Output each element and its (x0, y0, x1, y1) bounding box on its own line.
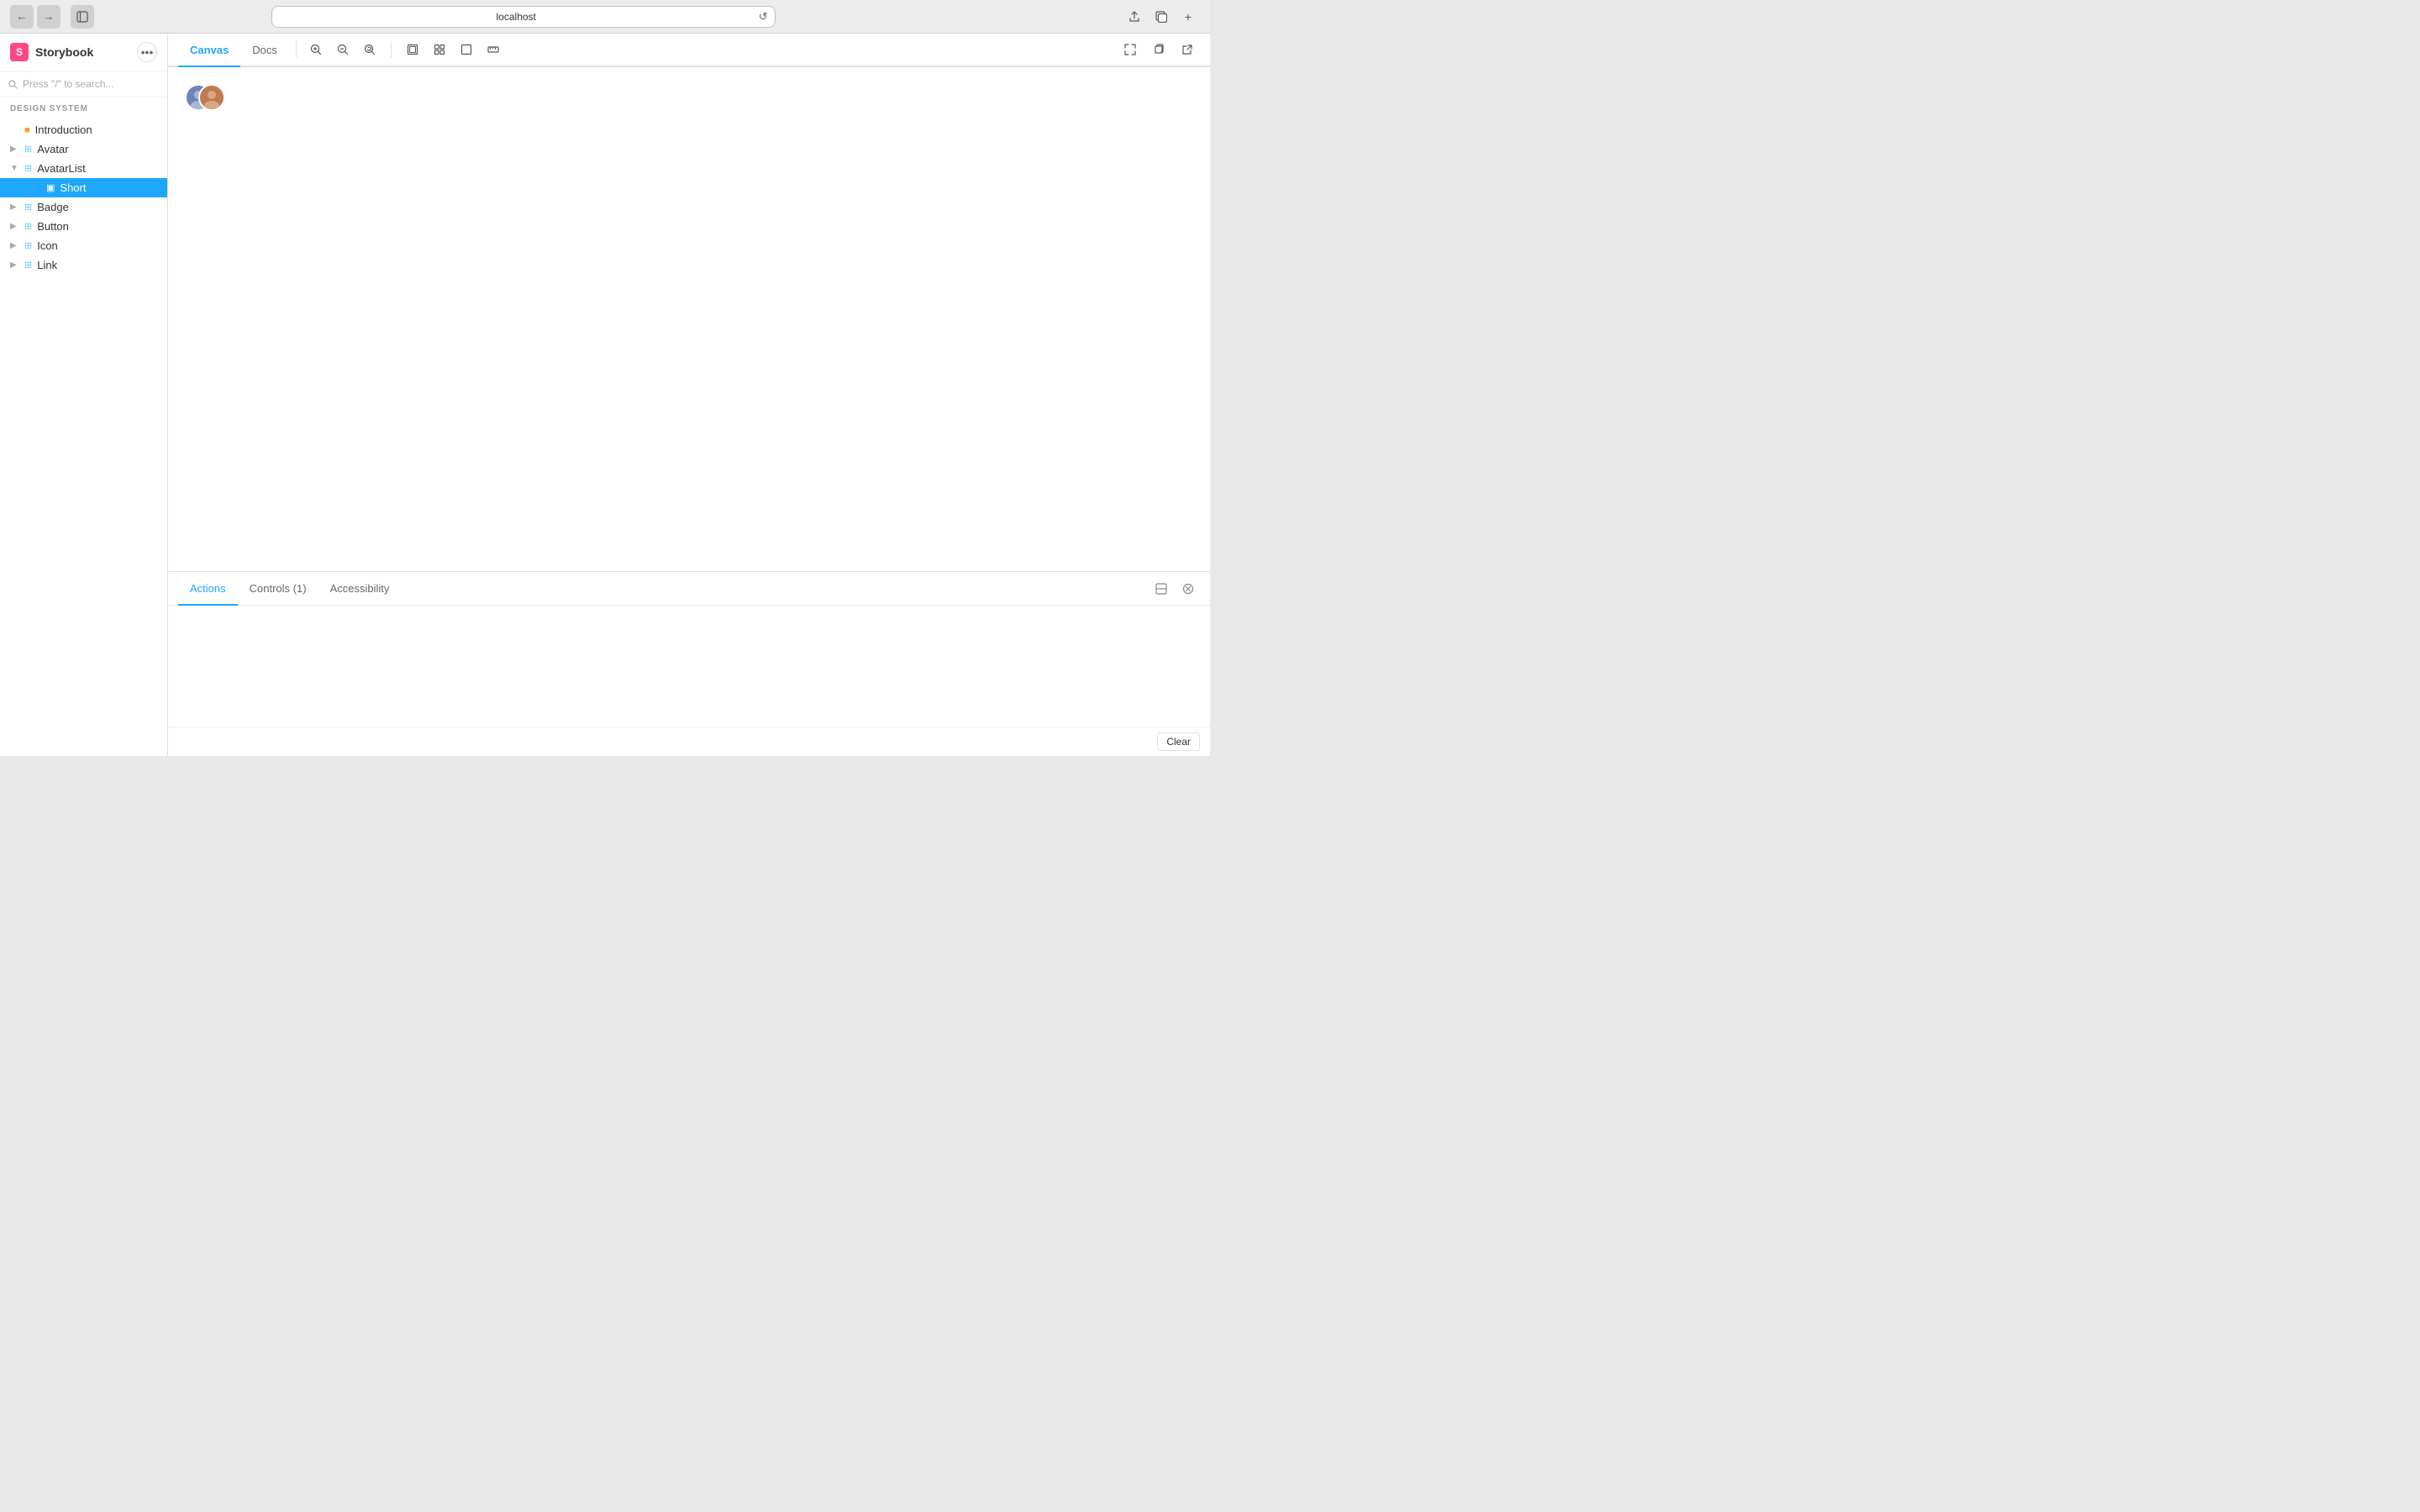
component-icon-badge: ⊞ (24, 202, 32, 213)
story-icon-short: ▣ (46, 182, 55, 193)
sidebar-item-label: AvatarList (37, 162, 86, 175)
single-view-button[interactable] (400, 37, 425, 62)
tab-controls[interactable]: Controls (1) (238, 572, 318, 606)
nav-tree: ■ Introduction ▶ ⊞ Avatar ▼ ⊞ AvatarList… (0, 117, 167, 278)
panel-close-button[interactable] (1176, 577, 1200, 601)
panel-footer: Clear (168, 727, 1210, 756)
avatar-2 (198, 84, 225, 111)
avatar-group (185, 84, 1193, 111)
clear-button[interactable]: Clear (1157, 732, 1200, 751)
expand-icon-avatar: ▶ (10, 144, 20, 154)
tab-docs[interactable]: Docs (240, 34, 289, 67)
sidebar-item-label: Introduction (35, 123, 92, 136)
panel-right (1150, 577, 1200, 601)
canvas-area (168, 67, 1210, 571)
expand-icon-link: ▶ (10, 260, 20, 270)
zoom-out-button[interactable] (330, 37, 355, 62)
sidebar-item-avatarlist[interactable]: ▼ ⊞ AvatarList (0, 159, 167, 178)
toolbar-right (1118, 37, 1200, 62)
sidebar-item-label: Badge (37, 201, 69, 213)
panel-split-button[interactable] (1150, 577, 1173, 601)
expand-icon-button: ▶ (10, 222, 20, 231)
open-button[interactable] (1175, 37, 1200, 62)
zoom-reset-button[interactable] (357, 37, 382, 62)
sidebar-item-label: Link (37, 259, 57, 271)
panel-tabs: Actions Controls (1) Accessibility (168, 572, 1210, 606)
new-tab-button[interactable] (1150, 5, 1173, 29)
grid-view-button[interactable] (427, 37, 452, 62)
sidebar-item-badge[interactable]: ▶ ⊞ Badge (0, 197, 167, 217)
sidebar-item-short[interactable]: ▣ Short (0, 178, 167, 197)
sidebar-item-button[interactable]: ▶ ⊞ Button (0, 217, 167, 236)
component-icon-avatar: ⊞ (24, 144, 32, 155)
toolbar-divider (296, 41, 297, 58)
sidebar: S Storybook ••• Press "/" to search... D… (0, 34, 168, 756)
component-icon-button: ⊞ (24, 221, 32, 232)
tab-canvas[interactable]: Canvas (178, 34, 240, 67)
sidebar-header: S Storybook ••• (0, 34, 167, 71)
sidebar-item-label: Icon (37, 239, 58, 252)
search-input-wrap: Press "/" to search... (8, 78, 159, 90)
main-content: Canvas Docs (168, 34, 1210, 756)
sidebar-item-icon[interactable]: ▶ ⊞ Icon (0, 236, 167, 255)
reload-button[interactable]: ↺ (759, 10, 768, 24)
component-icon-avatarlist: ⊞ (24, 163, 32, 174)
tab-actions[interactable]: Actions (178, 572, 238, 606)
panel-content (168, 606, 1210, 727)
section-label: DESIGN SYSTEM (0, 97, 167, 117)
sidebar-menu-button[interactable]: ••• (137, 42, 157, 62)
component-icon-icon: ⊞ (24, 240, 32, 251)
toolbar: Canvas Docs (168, 34, 1210, 67)
address-bar[interactable]: localhost ↺ (271, 6, 776, 28)
toolbar-actions (303, 37, 506, 62)
search-placeholder: Press "/" to search... (23, 78, 114, 90)
outline-button[interactable] (454, 37, 479, 62)
url-text: localhost (279, 11, 754, 23)
share-button[interactable] (1123, 5, 1146, 29)
app: S Storybook ••• Press "/" to search... D… (0, 34, 1210, 756)
browser-chrome: ← → localhost ↺ + (0, 0, 1210, 34)
sidebar-item-label: Button (37, 220, 69, 233)
expand-icon-avatarlist: ▼ (10, 164, 20, 173)
tab-accessibility[interactable]: Accessibility (318, 572, 402, 606)
sidebar-toggle-button[interactable] (71, 5, 94, 29)
copy-button[interactable] (1146, 37, 1171, 62)
zoom-in-button[interactable] (303, 37, 329, 62)
sidebar-item-label: Short (60, 181, 86, 194)
sidebar-item-introduction[interactable]: ■ Introduction (0, 120, 167, 139)
panels: Actions Controls (1) Accessibility (168, 571, 1210, 756)
sidebar-item-label: Avatar (37, 143, 68, 155)
sidebar-item-link[interactable]: ▶ ⊞ Link (0, 255, 167, 275)
browser-actions: + (1123, 5, 1200, 29)
forward-button[interactable]: → (37, 5, 60, 29)
component-icon-link: ⊞ (24, 260, 32, 270)
expand-icon-icon: ▶ (10, 241, 20, 250)
expand-button[interactable] (1118, 37, 1143, 62)
toolbar-divider-2 (391, 41, 392, 58)
book-icon: ■ (24, 125, 30, 135)
sidebar-item-avatar[interactable]: ▶ ⊞ Avatar (0, 139, 167, 159)
search-box[interactable]: Press "/" to search... (0, 71, 167, 97)
nav-buttons: ← → (10, 5, 60, 29)
back-button[interactable]: ← (10, 5, 34, 29)
storybook-logo: S (10, 43, 29, 61)
measure-button[interactable] (481, 37, 506, 62)
add-tab-button[interactable]: + (1176, 5, 1200, 29)
storybook-title: Storybook (35, 45, 93, 59)
expand-icon-badge: ▶ (10, 202, 20, 212)
